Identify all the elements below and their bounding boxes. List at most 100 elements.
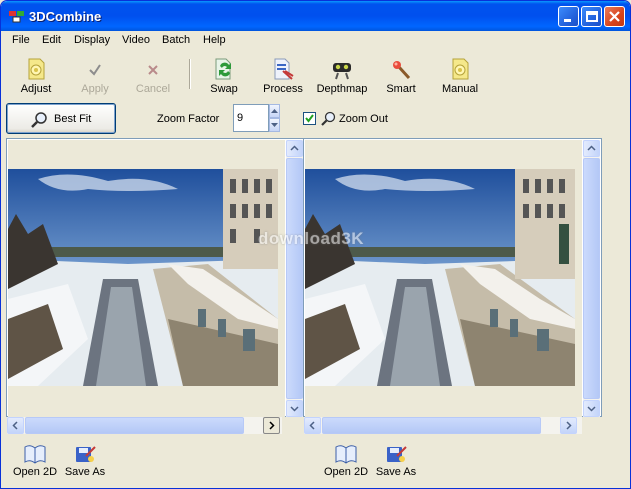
scroll-corner (606, 417, 626, 434)
manual-button[interactable]: Manual (432, 55, 488, 97)
chevron-down-icon (290, 406, 299, 412)
swap-label: Swap (210, 83, 238, 95)
adjust-icon (28, 58, 45, 80)
chevron-up-icon (587, 145, 596, 151)
scroll-up-button[interactable] (583, 140, 600, 157)
checkmark-icon (89, 64, 101, 76)
scroll-thumb[interactable] (286, 158, 303, 399)
scroll-down-button[interactable] (583, 400, 600, 417)
hscroll-thumb[interactable] (25, 417, 244, 434)
scroll-left-button[interactable] (304, 417, 321, 434)
magic-wand-icon (393, 61, 411, 80)
right-stereo-photo (305, 169, 575, 386)
title-bar[interactable]: 3DCombine (1, 1, 630, 31)
watermark-text: download3K (258, 229, 365, 248)
right-image-view[interactable] (305, 140, 582, 417)
swap-icon (215, 58, 231, 80)
minimize-icon (564, 19, 571, 22)
spin-up-button[interactable] (269, 104, 280, 118)
spin-down-button[interactable] (269, 118, 280, 132)
arrow-down-icon (271, 123, 278, 127)
open-book-icon (24, 445, 46, 464)
chevron-up-icon (290, 145, 299, 151)
zoom-factor-label: Zoom Factor (157, 113, 220, 125)
right-vertical-scrollbar[interactable] (583, 140, 600, 417)
window-title: 3DCombine (29, 9, 102, 24)
adjust-button[interactable]: Adjust (8, 55, 64, 97)
chevron-left-icon (12, 421, 18, 430)
close-icon (609, 11, 620, 22)
smart-button[interactable]: Smart (373, 55, 429, 97)
app-logo-icon (9, 11, 24, 23)
arrow-up-icon (271, 109, 278, 113)
process-button[interactable]: Process (255, 55, 311, 97)
right-save-as-button[interactable]: Save As (371, 441, 421, 483)
toolbar-separator (189, 59, 191, 89)
scroll-left-button[interactable] (7, 417, 24, 434)
checkmark-icon (305, 114, 314, 123)
minimize-button[interactable] (558, 6, 579, 27)
menu-video[interactable]: Video (122, 34, 150, 46)
scroll-up-button[interactable] (286, 140, 303, 157)
open-book-icon (335, 445, 357, 464)
manual-icon (452, 58, 469, 80)
scroll-thumb[interactable] (583, 158, 600, 399)
zoom-out-label: Zoom Out (339, 113, 388, 125)
chevron-left-icon (309, 421, 315, 430)
zoom-factor-spinner (269, 104, 280, 132)
right-horizontal-scrollbar[interactable] (304, 417, 582, 434)
left-open-2d-button[interactable]: Open 2D (10, 441, 60, 483)
maximize-button[interactable] (581, 6, 602, 27)
chevron-right-icon (269, 421, 275, 430)
left-vertical-scrollbar[interactable] (286, 140, 303, 417)
scroll-down-button[interactable] (286, 400, 303, 417)
zoom-factor-input[interactable]: 9 (233, 104, 269, 132)
menu-edit[interactable]: Edit (42, 34, 61, 46)
chevron-down-icon (587, 406, 596, 412)
depthmap-label: Depthmap (316, 83, 368, 95)
zoom-out-icon (321, 111, 336, 126)
depthmap-icon (333, 63, 351, 80)
menu-display[interactable]: Display (74, 34, 110, 46)
app-window: 3DCombine File Edit Display Video Batch … (0, 0, 631, 489)
main-toolbar: Adjust Apply Cancel Swap Process Depthma… (1, 51, 630, 99)
apply-button[interactable]: Apply (67, 55, 123, 97)
left-image-panel (6, 138, 305, 417)
cancel-label: Cancel (135, 83, 171, 95)
manual-label: Manual (441, 83, 479, 95)
adjust-label: Adjust (20, 83, 52, 95)
menu-batch[interactable]: Batch (162, 34, 190, 46)
close-button[interactable] (604, 6, 625, 27)
right-save-as-label: Save As (375, 466, 417, 478)
save-as-icon (387, 446, 407, 462)
save-as-icon (76, 446, 96, 462)
left-image-view[interactable] (8, 140, 285, 417)
chevron-right-icon (566, 421, 572, 430)
right-open-2d-button[interactable]: Open 2D (321, 441, 371, 483)
smart-label: Smart (386, 83, 416, 95)
menu-bar: File Edit Display Video Batch Help (1, 31, 630, 51)
left-stereo-photo (8, 169, 278, 386)
hscroll-thumb[interactable] (322, 417, 541, 434)
cancel-button[interactable]: Cancel (125, 55, 181, 97)
zoom-out-checkbox[interactable] (303, 112, 316, 125)
scroll-right-button[interactable] (560, 417, 577, 434)
maximize-icon (586, 11, 598, 22)
left-save-as-label: Save As (64, 466, 106, 478)
scroll-right-button[interactable] (263, 417, 280, 434)
process-label: Process (263, 83, 303, 95)
left-save-as-button[interactable]: Save As (60, 441, 110, 483)
best-fit-label: Best Fit (54, 113, 92, 125)
left-horizontal-scrollbar[interactable] (7, 417, 285, 434)
menu-file[interactable]: File (12, 34, 30, 46)
process-icon (274, 58, 294, 80)
magnifier-icon (31, 112, 47, 128)
best-fit-button[interactable]: Best Fit (6, 103, 116, 134)
cancel-x-icon (148, 65, 158, 75)
swap-button[interactable]: Swap (196, 55, 252, 97)
right-image-panel (303, 138, 602, 417)
menu-help[interactable]: Help (203, 34, 226, 46)
scroll-corner (282, 417, 302, 434)
depthmap-button[interactable]: Depthmap (314, 55, 370, 97)
apply-label: Apply (81, 83, 109, 95)
